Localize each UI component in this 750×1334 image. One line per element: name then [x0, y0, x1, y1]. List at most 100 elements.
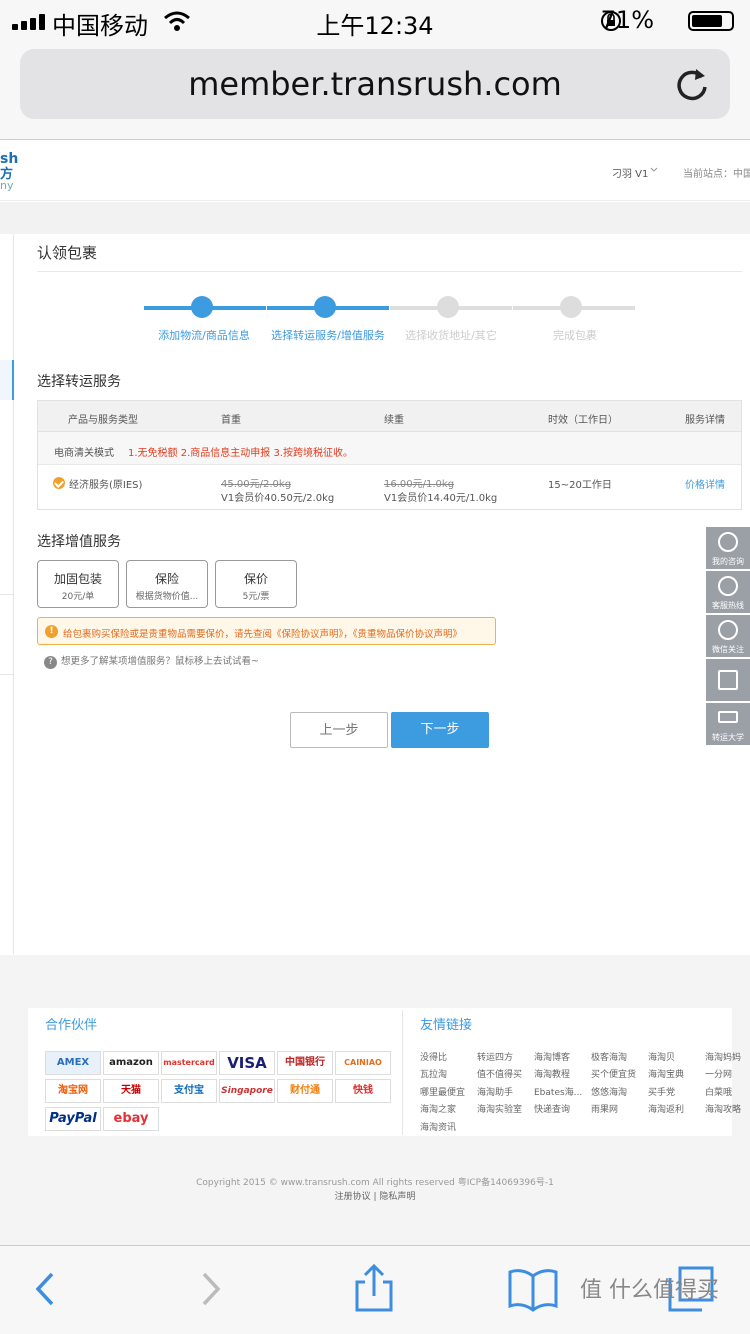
- friend-link[interactable]: 海淘资讯: [420, 1120, 456, 1133]
- friend-link[interactable]: 海淘妈妈: [705, 1050, 741, 1063]
- addon-name: 加固包装: [53, 572, 102, 586]
- friend-link[interactable]: 瓦拉淘: [420, 1067, 447, 1080]
- step-label-2: 选择转运服务/增值服务: [271, 329, 385, 342]
- partner-logo[interactable]: mastercard: [161, 1051, 217, 1075]
- share-icon[interactable]: [349, 1264, 399, 1314]
- step-dot-3: [437, 296, 459, 318]
- friend-link[interactable]: 海淘攻略: [705, 1102, 741, 1115]
- wechat-button[interactable]: 微信关注: [706, 615, 750, 657]
- partner-logo[interactable]: 淘宝网: [45, 1079, 101, 1103]
- price-detail-link[interactable]: 价格详情: [685, 476, 725, 491]
- friend-link[interactable]: Ebates海...: [534, 1085, 582, 1098]
- friend-link[interactable]: 海淘实验室: [477, 1102, 522, 1115]
- partner-logo[interactable]: 财付通: [277, 1079, 333, 1103]
- user-menu[interactable]: 刁羽 V1: [612, 165, 648, 180]
- friend-link[interactable]: 海淘贝: [648, 1050, 675, 1063]
- copyright: Copyright 2015 © www.transrush.com All r…: [196, 1178, 554, 1188]
- addon-valuation[interactable]: 保价 5元/票: [215, 560, 297, 608]
- friend-link[interactable]: 没得比: [420, 1050, 447, 1063]
- addon-price: 5元/票: [242, 592, 270, 602]
- cont-weight-member: V1会员价14.40元/1.0kg: [384, 493, 498, 504]
- friend-link[interactable]: 一分网: [705, 1067, 732, 1080]
- browser-toolbar: member.transrush.com: [0, 40, 750, 140]
- addon-name: 保险: [154, 572, 179, 586]
- column-header: 服务详情: [685, 415, 725, 426]
- partner-logo[interactable]: PayPal: [45, 1107, 101, 1131]
- friend-link[interactable]: 海淘之家: [420, 1102, 456, 1115]
- current-station[interactable]: 当前站点：中国大: [683, 165, 750, 180]
- valuables-agreement-link[interactable]: 《贵重物品保价协议声明》: [353, 629, 462, 640]
- mode-note: 1.无免税额 2.商品信息主动申报 3.按跨境税征收。: [128, 448, 353, 459]
- addon-reinforced-packing[interactable]: 加固包装 20元/单: [37, 560, 119, 608]
- status-bar: 中国移动 上午12:34 71%: [0, 0, 750, 40]
- insurance-notice: ! 给包裹购买保险或是贵重物品需要保价，请先查阅《保险协议声明》，《贵重物品保价…: [37, 617, 496, 645]
- hotline-button[interactable]: 客服热线: [706, 571, 750, 613]
- qrcode-icon: [718, 670, 738, 690]
- back-icon[interactable]: [20, 1264, 70, 1314]
- question-icon: ?: [44, 656, 57, 669]
- left-sidebar: [0, 234, 14, 954]
- friend-link[interactable]: 海淘宝典: [648, 1067, 684, 1080]
- first-weight-member: V1会员价40.50元/2.0kg: [221, 493, 335, 504]
- partner-logo[interactable]: VISA: [219, 1051, 275, 1075]
- column-header: 续重: [384, 415, 404, 426]
- column-header: 首重: [221, 415, 241, 426]
- friend-link[interactable]: 海淘返利: [648, 1102, 684, 1115]
- url-text[interactable]: member.transrush.com: [20, 65, 730, 103]
- table-header: 产品与服务类型 首重 续重 时效（工作日） 服务详情: [38, 401, 741, 432]
- partner-logo[interactable]: 支付宝: [161, 1079, 217, 1103]
- friend-link[interactable]: 悠悠海淘: [591, 1085, 627, 1098]
- partner-logo[interactable]: AMEX: [45, 1051, 101, 1075]
- friend-link[interactable]: 买个便宜货: [591, 1067, 636, 1080]
- cont-weight-original: 16.00元/1.0kg: [384, 479, 455, 490]
- partner-logo[interactable]: amazon: [103, 1051, 159, 1075]
- address-bar[interactable]: member.transrush.com: [20, 49, 730, 119]
- divider: [37, 271, 742, 272]
- first-weight-original: 45.00元/2.0kg: [221, 479, 292, 490]
- footer-divider: [402, 1010, 403, 1135]
- notice-separator: ，: [343, 629, 353, 640]
- friend-link[interactable]: 白菜哦: [705, 1085, 732, 1098]
- consult-button[interactable]: 我的咨询: [706, 527, 750, 569]
- side-label: 转运大学: [712, 733, 744, 742]
- step-label-3: 选择收货地址/其它: [405, 329, 497, 342]
- forward-icon[interactable]: [186, 1264, 236, 1314]
- partner-logo[interactable]: 中国银行: [277, 1051, 333, 1075]
- footer-agreements[interactable]: 注册协议 | 隐私声明: [0, 1189, 750, 1202]
- friend-link[interactable]: 哪里最便宜: [420, 1085, 465, 1098]
- friend-link[interactable]: 值不值得买: [477, 1067, 522, 1080]
- partner-logo[interactable]: ebay: [103, 1107, 159, 1131]
- qrcode-button[interactable]: [706, 659, 750, 701]
- friend-link[interactable]: 海淘博客: [534, 1050, 570, 1063]
- friend-link[interactable]: 买手党: [648, 1085, 675, 1098]
- partner-logo[interactable]: 快钱: [335, 1079, 391, 1103]
- friend-link[interactable]: 雨果网: [591, 1102, 618, 1115]
- service-name[interactable]: 经济服务(原IES): [69, 476, 142, 491]
- insurance-agreement-link[interactable]: 《保险协议声明》: [272, 629, 343, 640]
- wechat-icon: [718, 620, 738, 640]
- university-button[interactable]: 转运大学: [706, 703, 750, 745]
- column-header: 时效（工作日）: [548, 415, 618, 426]
- friend-link[interactable]: 海淘助手: [477, 1085, 513, 1098]
- previous-step-button[interactable]: 上一步: [290, 712, 388, 748]
- chat-icon: [718, 532, 738, 552]
- notice-prefix: 给包裹购买保险或是贵重物品需要保价，请先查阅: [63, 629, 273, 640]
- selected-check-icon[interactable]: [53, 477, 65, 489]
- partner-logo[interactable]: Singapore: [219, 1079, 275, 1103]
- friend-link[interactable]: 转运四方: [477, 1050, 513, 1063]
- next-step-button[interactable]: 下一步: [391, 712, 489, 748]
- mode-label: 电商清关模式: [54, 448, 114, 459]
- transport-table: 产品与服务类型 首重 续重 时效（工作日） 服务详情 电商清关模式 1.无免税额…: [37, 400, 742, 510]
- friend-link[interactable]: 海淘教程: [534, 1067, 570, 1080]
- reload-icon[interactable]: [672, 63, 712, 103]
- partner-logo[interactable]: 天猫: [103, 1079, 159, 1103]
- bookmarks-icon[interactable]: [508, 1264, 558, 1314]
- delivery-time: 15~20工作日: [548, 480, 612, 491]
- step-label-1: 添加物流/商品信息: [158, 329, 250, 342]
- addon-section-title: 选择增值服务: [37, 534, 121, 550]
- site-header: sh 方 ny 刁羽 V1 当前站点：中国大: [0, 141, 750, 201]
- partner-logo[interactable]: CAINIAO: [335, 1051, 391, 1075]
- friend-link[interactable]: 快递查询: [534, 1102, 570, 1115]
- friend-link[interactable]: 极客海淘: [591, 1050, 627, 1063]
- addon-insurance[interactable]: 保险 根据货物价值...: [126, 560, 208, 608]
